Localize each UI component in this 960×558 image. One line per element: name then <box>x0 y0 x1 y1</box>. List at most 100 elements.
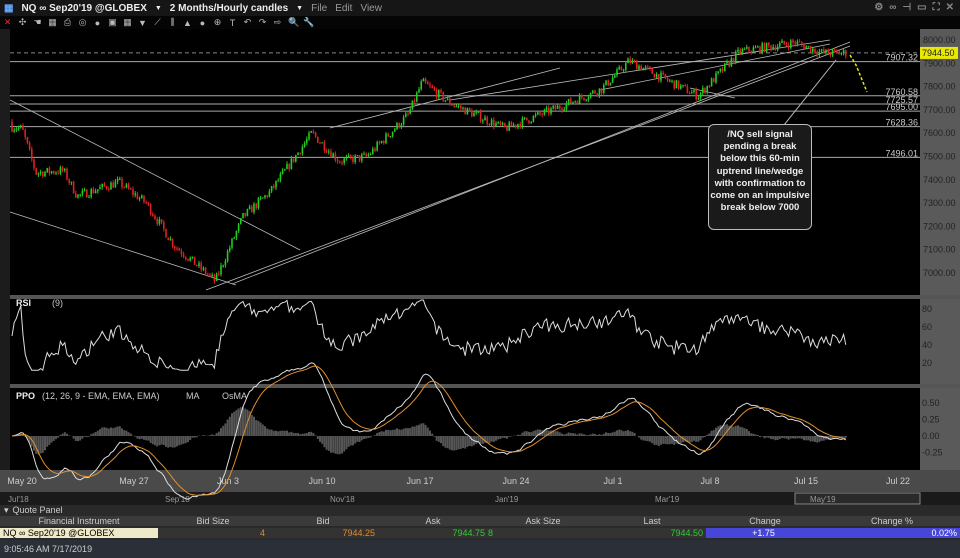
ask-cell: 7944.75 <box>378 528 488 538</box>
candle <box>724 63 726 72</box>
candle <box>165 228 167 238</box>
candle <box>339 161 341 163</box>
chart-area[interactable]: 8000.00 7900.00 7800.00 7700.00 7600.00 7500.… <box>0 0 960 505</box>
navigator-tick: Sep'18 <box>165 495 190 504</box>
candle <box>629 58 631 63</box>
candle <box>435 89 438 98</box>
candle <box>449 98 451 105</box>
candle <box>827 49 829 54</box>
candle <box>138 198 141 200</box>
price-tick: 7300.00 <box>923 198 956 208</box>
candle <box>244 212 246 216</box>
candle <box>347 155 350 157</box>
candle <box>180 250 183 255</box>
candle <box>112 182 114 188</box>
col-instrument[interactable]: Financial Instrument <box>0 516 158 526</box>
candle <box>209 274 211 276</box>
candle <box>814 48 816 53</box>
navigator-tick: Nov'18 <box>330 495 355 504</box>
candle <box>156 218 158 224</box>
candle <box>820 49 823 52</box>
candle <box>506 126 508 131</box>
ppo-tick: 0.50 <box>922 398 940 408</box>
candle <box>427 82 429 85</box>
candle <box>754 47 757 49</box>
candle <box>154 215 156 219</box>
navigator-tick: Jul'18 <box>8 495 29 504</box>
candle <box>130 188 132 190</box>
candle <box>123 187 125 189</box>
col-bid[interactable]: Bid <box>268 516 378 526</box>
candle <box>246 209 249 216</box>
candle <box>394 129 396 132</box>
candle <box>666 78 669 81</box>
candle <box>37 173 40 175</box>
candle <box>83 189 86 191</box>
candle <box>611 77 614 83</box>
ppo-tick: 0.00 <box>922 431 940 441</box>
candle <box>845 50 847 57</box>
candle <box>633 60 636 62</box>
candle <box>704 88 706 93</box>
candle <box>31 148 33 160</box>
col-bid-size[interactable]: Bid Size <box>158 516 268 526</box>
candle <box>732 58 735 62</box>
instrument-cell[interactable]: NQ ∞ Sep20'19 @GLOBEX <box>0 528 158 538</box>
candle <box>794 42 796 45</box>
candle <box>664 74 667 79</box>
candle <box>90 189 92 197</box>
price-tick: 7000.00 <box>923 268 956 278</box>
candle <box>147 202 150 205</box>
candle <box>275 180 277 188</box>
candle <box>554 105 557 109</box>
candle <box>508 122 510 131</box>
candle <box>405 113 407 118</box>
candle <box>207 274 209 276</box>
col-change-pct[interactable]: Change % <box>824 516 960 526</box>
candle <box>761 43 763 53</box>
price-tick: 7500.00 <box>923 152 956 162</box>
candle <box>583 97 585 100</box>
candle <box>581 95 583 98</box>
trendline <box>9 211 237 286</box>
candle <box>160 219 163 223</box>
level-label: 7907.32 <box>885 53 918 63</box>
candle <box>545 107 548 110</box>
candle <box>785 43 788 46</box>
candle <box>110 182 112 190</box>
candle <box>33 159 35 169</box>
candle <box>158 219 161 224</box>
candle <box>655 74 658 78</box>
col-change[interactable]: Change <box>706 516 824 526</box>
candle <box>380 141 383 144</box>
candle <box>453 105 455 107</box>
candle <box>737 49 739 52</box>
candle <box>66 168 68 180</box>
candle <box>651 68 653 74</box>
col-ask-size[interactable]: Ask Size <box>488 516 598 526</box>
candle <box>365 153 367 157</box>
candle <box>515 124 517 127</box>
candle <box>622 69 625 71</box>
candle <box>383 141 385 144</box>
candle <box>132 189 134 195</box>
candle <box>473 112 475 117</box>
candle <box>660 72 662 81</box>
col-last[interactable]: Last <box>598 516 706 526</box>
ppo-param: (12, 26, 9 - EMA, EMA, EMA) <box>42 391 160 401</box>
candle <box>741 49 744 54</box>
col-ask[interactable]: Ask <box>378 516 488 526</box>
candle <box>308 132 310 140</box>
candle <box>312 131 315 133</box>
candle <box>468 107 471 111</box>
collapse-icon[interactable]: ▾ <box>4 505 9 516</box>
candle <box>418 89 420 93</box>
candle <box>350 155 352 158</box>
candle <box>526 117 528 121</box>
candle <box>570 98 572 104</box>
candle <box>576 101 579 104</box>
candle <box>697 97 700 100</box>
candle <box>39 171 42 174</box>
candle <box>411 100 414 110</box>
quote-row[interactable]: NQ ∞ Sep20'19 @GLOBEX 4 7944.25 7944.75 … <box>0 527 960 539</box>
